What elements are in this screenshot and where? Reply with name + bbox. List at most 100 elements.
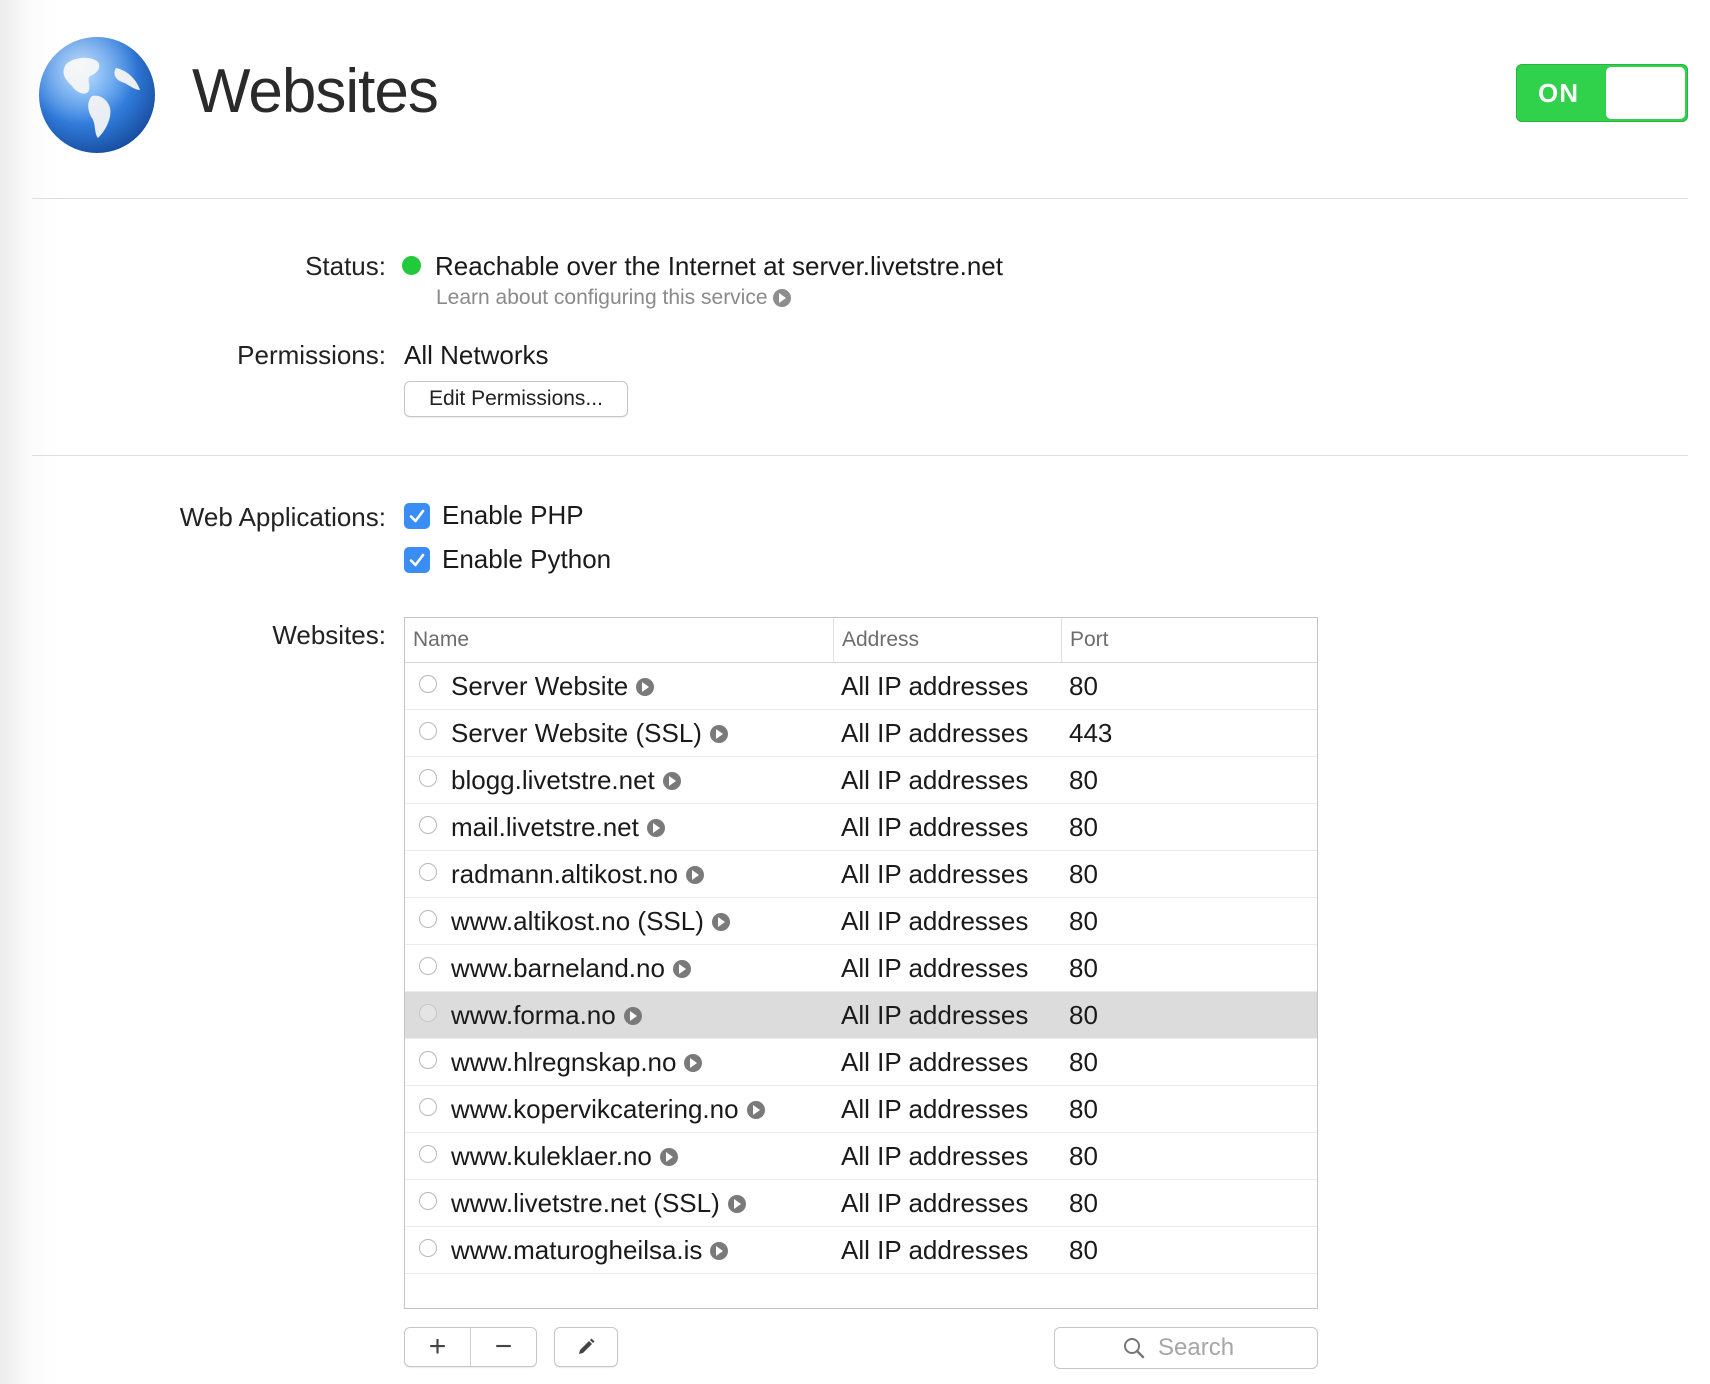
row-radio-button[interactable] — [419, 910, 437, 928]
arrow-circle-icon[interactable] — [710, 1241, 729, 1260]
arrow-circle-icon[interactable] — [746, 1100, 765, 1119]
website-name: Server Website (SSL) — [451, 718, 702, 748]
website-name-cell: www.kuleklaer.no — [451, 1141, 678, 1172]
add-remove-control: + − — [404, 1327, 537, 1367]
websites-table[interactable]: Name Address Port Server Website All IP a… — [404, 617, 1318, 1309]
row-radio-button[interactable] — [419, 1051, 437, 1069]
checkmark-icon — [409, 509, 425, 522]
table-row[interactable]: www.kuleklaer.no All IP addresses 80 — [405, 1133, 1317, 1180]
enable-php-option[interactable]: Enable PHP — [404, 500, 584, 531]
table-row[interactable]: www.hlregnskap.no All IP addresses 80 — [405, 1039, 1317, 1086]
website-name: www.forma.no — [451, 1000, 616, 1030]
learn-link-label[interactable]: Learn about configuring this service — [436, 286, 768, 310]
edit-permissions-button[interactable]: Edit Permissions... — [404, 381, 628, 417]
globe-icon — [36, 34, 158, 156]
enable-php-checkbox[interactable] — [404, 502, 430, 529]
table-row[interactable]: www.altikost.no (SSL) All IP addresses 80 — [405, 898, 1317, 945]
row-radio-button[interactable] — [419, 957, 437, 975]
website-address: All IP addresses — [841, 671, 1029, 701]
website-port: 80 — [1069, 1188, 1098, 1218]
website-name: www.maturogheilsa.is — [451, 1235, 703, 1265]
website-name: radmann.altikost.no — [451, 859, 678, 889]
website-address: All IP addresses — [841, 1141, 1029, 1171]
website-name: www.livetstre.net (SSL) — [451, 1188, 720, 1218]
row-radio-button[interactable] — [419, 863, 437, 881]
permissions-label: Permissions: — [237, 340, 386, 370]
toggle-on-label: ON — [1538, 78, 1579, 108]
enable-python-checkbox[interactable] — [404, 546, 430, 573]
arrow-circle-icon[interactable] — [727, 1194, 746, 1213]
table-row[interactable]: radmann.altikost.no All IP addresses 80 — [405, 851, 1317, 898]
search-field[interactable] — [1054, 1327, 1318, 1369]
column-header-name[interactable]: Name — [405, 618, 833, 662]
search-icon — [1124, 1338, 1145, 1359]
websites-label: Websites: — [272, 620, 386, 650]
table-row[interactable]: Server Website All IP addresses 80 — [405, 663, 1317, 710]
arrow-circle-icon[interactable] — [684, 1053, 703, 1072]
website-port: 80 — [1069, 671, 1098, 701]
status-text: Reachable over the Internet at server.li… — [435, 251, 1003, 281]
arrow-circle-icon[interactable] — [623, 1006, 642, 1025]
website-address: All IP addresses — [841, 765, 1029, 795]
arrow-circle-icon[interactable] — [685, 865, 704, 884]
enable-python-option[interactable]: Enable Python — [404, 544, 611, 575]
row-radio-button[interactable] — [419, 1192, 437, 1210]
checkmark-icon — [409, 553, 425, 566]
table-row[interactable]: Server Website (SSL) All IP addresses 443 — [405, 710, 1317, 757]
toggle-knob[interactable] — [1606, 67, 1685, 119]
website-name-cell: www.maturogheilsa.is — [451, 1235, 729, 1266]
enable-python-label[interactable]: Enable Python — [442, 544, 611, 575]
arrow-circle-icon[interactable] — [646, 818, 665, 837]
row-radio-button[interactable] — [419, 816, 437, 834]
website-name: www.altikost.no (SSL) — [451, 906, 704, 936]
table-row[interactable]: mail.livetstre.net All IP addresses 80 — [405, 804, 1317, 851]
website-name-cell: www.barneland.no — [451, 953, 691, 984]
arrow-circle-icon[interactable] — [659, 1147, 678, 1166]
table-row[interactable]: blogg.livetstre.net All IP addresses 80 — [405, 757, 1317, 804]
table-row[interactable]: www.kopervikcatering.no All IP addresses 8… — [405, 1086, 1317, 1133]
row-radio-button[interactable] — [419, 1145, 437, 1163]
arrow-circle-icon[interactable] — [662, 771, 681, 790]
table-row[interactable]: www.forma.no All IP addresses 80 — [405, 992, 1317, 1039]
website-name: www.barneland.no — [451, 953, 665, 983]
table-row[interactable]: www.maturogheilsa.is All IP addresses 80 — [405, 1227, 1317, 1274]
row-radio-button[interactable] — [419, 1239, 437, 1257]
website-port: 80 — [1069, 953, 1098, 983]
add-website-button[interactable]: + — [405, 1328, 470, 1366]
website-name-cell: www.forma.no — [451, 1000, 642, 1031]
website-name: www.kuleklaer.no — [451, 1141, 652, 1171]
row-radio-button[interactable] — [419, 769, 437, 787]
website-port: 80 — [1069, 1047, 1098, 1077]
row-radio-button[interactable] — [419, 1004, 437, 1022]
website-address: All IP addresses — [841, 718, 1029, 748]
pencil-icon — [579, 1338, 595, 1354]
website-address: All IP addresses — [841, 1188, 1029, 1218]
arrow-circle-icon[interactable] — [772, 289, 791, 307]
arrow-circle-icon[interactable] — [672, 959, 691, 978]
status-indicator — [402, 256, 421, 275]
row-radio-button[interactable] — [419, 1098, 437, 1116]
edit-website-button[interactable] — [554, 1327, 618, 1367]
column-header-port[interactable]: Port — [1061, 618, 1317, 662]
table-row[interactable]: www.barneland.no All IP addresses 80 — [405, 945, 1317, 992]
column-header-address[interactable]: Address — [833, 618, 1061, 662]
website-address: All IP addresses — [841, 953, 1029, 983]
website-address: All IP addresses — [841, 859, 1029, 889]
service-toggle[interactable]: ON — [1516, 64, 1688, 122]
table-row[interactable]: www.livetstre.net (SSL) All IP addresses 8… — [405, 1180, 1317, 1227]
remove-website-button[interactable]: − — [470, 1328, 536, 1366]
divider — [32, 455, 1688, 456]
search-input[interactable] — [1156, 1333, 1250, 1363]
row-radio-button[interactable] — [419, 722, 437, 740]
website-name: mail.livetstre.net — [451, 812, 639, 842]
website-name: blogg.livetstre.net — [451, 765, 655, 795]
website-port: 80 — [1069, 1094, 1098, 1124]
arrow-circle-icon[interactable] — [636, 677, 655, 696]
website-port: 80 — [1069, 1235, 1098, 1265]
learn-link[interactable]: Learn about configuring this service — [436, 286, 791, 310]
website-address: All IP addresses — [841, 1094, 1029, 1124]
arrow-circle-icon[interactable] — [711, 912, 730, 931]
arrow-circle-icon[interactable] — [709, 724, 728, 743]
enable-php-label[interactable]: Enable PHP — [442, 500, 584, 531]
row-radio-button[interactable] — [419, 675, 437, 693]
